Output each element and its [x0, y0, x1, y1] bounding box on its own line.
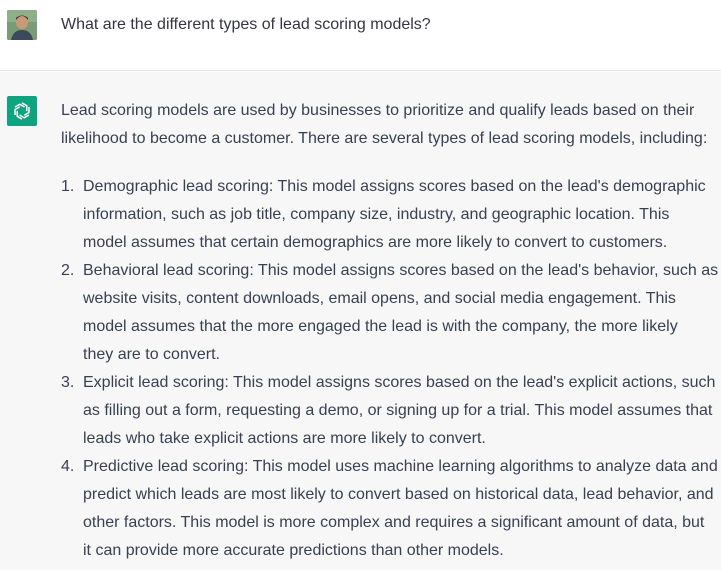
list-number: 1. [61, 178, 75, 195]
list-line: it can provide more accurate predictions… [83, 542, 504, 559]
list-item: 1. Demographic lead scoring: This model … [61, 173, 721, 257]
intro-paragraph: Lead scoring models are used by business… [61, 97, 721, 153]
list-number: 4. [61, 458, 75, 475]
chat-page: What are the different types of lead sco… [0, 0, 721, 570]
intro-line: likelihood to become a customer. There a… [61, 130, 708, 147]
list-line: website visits, content downloads, email… [83, 290, 676, 307]
list-line: Explicit lead scoring: This model assign… [83, 374, 716, 391]
list-line: Predictive lead scoring: This model uses… [83, 458, 718, 475]
list-line: other factors. This model is more comple… [83, 514, 705, 531]
user-question: What are the different types of lead sco… [61, 16, 431, 33]
list-line: information, such as job title, company … [83, 206, 670, 223]
user-message-row: What are the different types of lead sco… [0, 0, 721, 71]
list-number: 3. [61, 374, 75, 391]
list-line: model assumes that certain demographics … [83, 234, 668, 251]
list-line: predict which leads are most likely to c… [83, 486, 714, 503]
lead-scoring-list: 1. Demographic lead scoring: This model … [61, 173, 721, 565]
list-item: 3. Explicit lead scoring: This model ass… [61, 369, 721, 453]
list-item: 2. Behavioral lead scoring: This model a… [61, 257, 721, 369]
list-line: leads who take explicit actions are more… [83, 430, 486, 447]
user-photo-icon [7, 10, 37, 40]
list-number: 2. [61, 262, 75, 279]
list-line: as filling out a form, requesting a demo… [83, 402, 713, 419]
list-item: 4. Predictive lead scoring: This model u… [61, 453, 721, 565]
openai-logo-icon [7, 96, 37, 126]
user-avatar [7, 10, 37, 40]
assistant-message-row: Lead scoring models are used by business… [0, 72, 721, 570]
list-line: they are to convert. [83, 346, 220, 363]
assistant-answer: Lead scoring models are used by business… [61, 97, 721, 565]
list-line: model assumes that the more engaged the … [83, 318, 678, 335]
list-line: Behavioral lead scoring: This model assi… [83, 262, 719, 279]
list-line: Demographic lead scoring: This model ass… [83, 178, 706, 195]
intro-line: Lead scoring models are used by business… [61, 102, 695, 119]
